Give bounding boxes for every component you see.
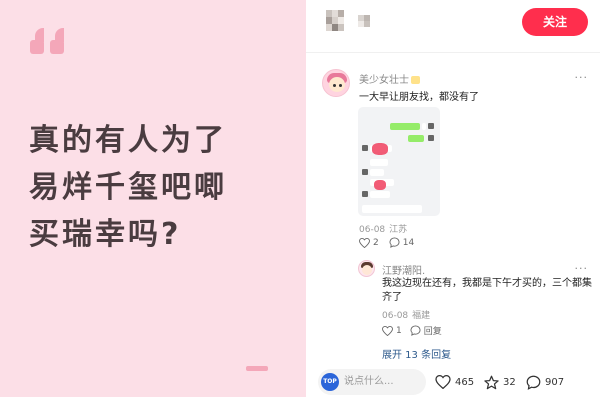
reply-bubble-icon[interactable] — [389, 237, 400, 248]
comment-input[interactable]: TOP 说点什么... — [318, 369, 426, 395]
reply-button-label[interactable]: 回复 — [424, 324, 442, 337]
follow-button[interactable]: 关注 — [522, 8, 588, 36]
post-favorite-button[interactable]: 32 — [484, 369, 516, 395]
post-favorite-count: 32 — [503, 376, 516, 388]
like-heart-icon[interactable] — [359, 237, 370, 248]
comment-input-placeholder[interactable]: 说点什么... — [344, 369, 394, 395]
quote-icon — [30, 28, 66, 54]
expand-replies-link[interactable]: 展开 13 条回复 — [382, 346, 451, 361]
comment-actions: 2 14 — [359, 237, 414, 248]
headline-line-3: 买瑞幸吗? — [29, 217, 182, 252]
reply-username[interactable]: 江野潮阳. — [382, 262, 425, 277]
headline-line-1: 真的有人为了 — [29, 123, 227, 158]
crown-badge-icon — [411, 76, 420, 84]
author-avatar-pixelated[interactable] — [326, 10, 344, 31]
author-name-pixelated[interactable] — [358, 15, 370, 27]
bottom-action-bar: TOP 说点什么... 465 32 907 — [306, 365, 600, 397]
top-badge-icon: TOP — [321, 373, 339, 391]
comment-image-thumbnail[interactable] — [358, 107, 440, 216]
post-like-button[interactable]: 465 — [435, 369, 474, 395]
post-star-icon — [484, 375, 499, 389]
reply-to-reply-icon[interactable] — [410, 325, 421, 336]
post-comment-icon — [526, 375, 541, 390]
reply-avatar[interactable] — [358, 260, 375, 277]
more-options-icon[interactable]: ··· — [575, 71, 589, 84]
reply-like-count: 1 — [396, 325, 402, 336]
reply-meta: 06-08 福建 — [382, 308, 430, 321]
reply-location: 福建 — [412, 311, 431, 321]
comment-location: 江苏 — [389, 225, 408, 235]
commenter-username[interactable]: 美少女壮士 — [359, 71, 420, 86]
poster-headline: 真的有人为了 易烊千玺吧唧 买瑞幸吗? — [29, 117, 289, 258]
post-like-count: 465 — [455, 376, 475, 388]
comment-meta: 06-08 江苏 — [359, 222, 407, 235]
pink-dash-decoration — [246, 366, 268, 371]
author-header: 关注 — [306, 0, 600, 44]
reply-more-options-icon[interactable]: ··· — [575, 262, 589, 275]
post-comment-count: 907 — [545, 376, 565, 388]
comment-text[interactable]: 一大早让朋友找，都没有了 — [359, 88, 479, 103]
reply-text[interactable]: 我这边现在还有，我都是下午才买的，三个都集齐了 — [382, 277, 592, 305]
headline-line-2: 易烊千玺吧唧 — [29, 170, 227, 205]
reply-like-heart-icon[interactable] — [382, 325, 393, 336]
like-count: 2 — [373, 237, 379, 248]
username-text[interactable]: 美少女壮士 — [359, 75, 409, 86]
post-image-panel: 真的有人为了 易烊千玺吧唧 买瑞幸吗? — [0, 0, 306, 397]
header-divider — [306, 52, 600, 53]
reply-date: 06-08 — [382, 311, 409, 321]
comments-panel: 关注 美少女壮士 ··· 一大早让朋友找，都没有了 06-08 江苏 2 14 … — [306, 0, 600, 397]
post-heart-icon — [435, 375, 451, 389]
reply-count[interactable]: 14 — [403, 238, 414, 248]
reply-actions: 1 回复 — [382, 324, 442, 337]
commenter-avatar[interactable] — [322, 69, 350, 97]
comment-date: 06-08 — [359, 225, 386, 235]
post-comment-button[interactable]: 907 — [526, 369, 564, 395]
